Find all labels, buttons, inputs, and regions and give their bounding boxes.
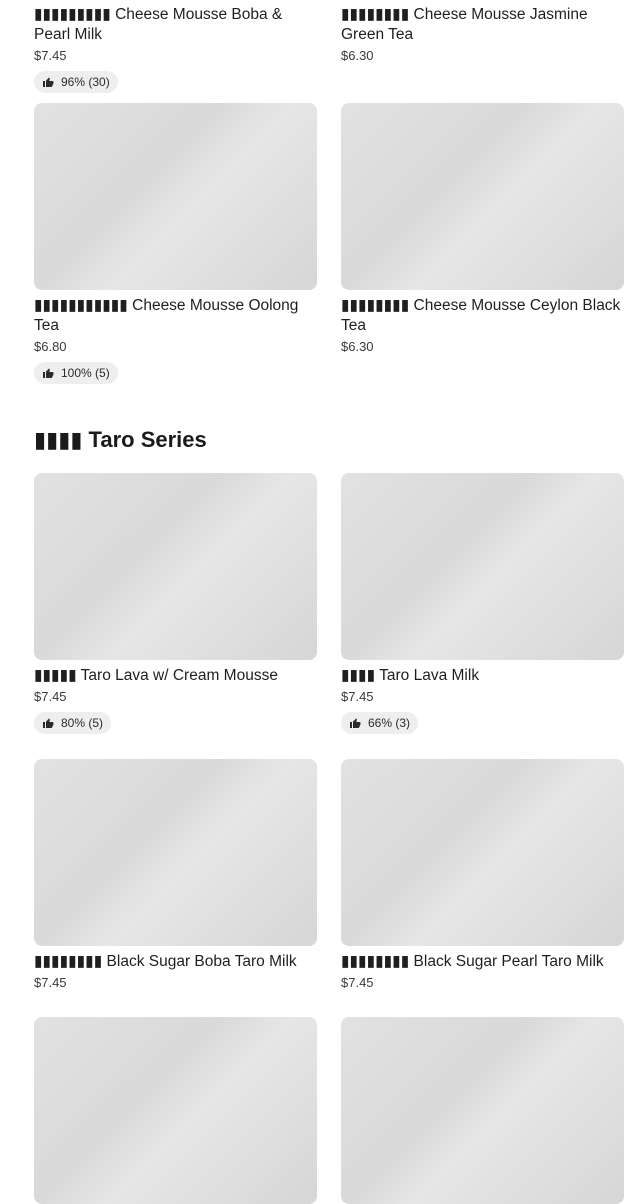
- item-image: [341, 473, 624, 660]
- menu-item-card[interactable]: ▮▮▮▮▮ Taro Lava w/ Cream Mousse $7.45 80…: [34, 473, 317, 734]
- rating-text: 100% (5): [61, 366, 110, 380]
- menu-item-card[interactable]: [341, 1017, 624, 1204]
- rating-text: 96% (30): [61, 75, 110, 89]
- menu-item-card[interactable]: ▮▮▮▮▮▮▮▮ Cheese Mousse Ceylon Black Tea …: [341, 103, 624, 384]
- item-name: ▮▮▮▮▮▮▮▮ Cheese Mousse Ceylon Black Tea: [341, 297, 621, 334]
- item-image: [34, 759, 317, 946]
- thumbs-up-icon: [43, 368, 54, 378]
- thumbs-up-icon: [43, 77, 54, 87]
- item-price: $7.45: [341, 975, 374, 990]
- item-image: [341, 103, 624, 290]
- item-name: ▮▮▮▮ Taro Lava Milk: [341, 667, 480, 684]
- taro-grid-bottom: [34, 1017, 624, 1204]
- rating-badge: 80% (5): [34, 712, 112, 734]
- thumbs-up-icon: [43, 718, 54, 728]
- item-image: [341, 759, 624, 946]
- rating-badge: 66% (3): [341, 712, 419, 734]
- menu-item-card[interactable]: ▮▮▮▮▮▮▮▮ Cheese Mousse Jasmine Green Tea…: [341, 0, 624, 93]
- item-name: ▮▮▮▮▮▮▮▮▮ Cheese Mousse Boba & Pearl Mil…: [34, 6, 283, 43]
- taro-grid-top: ▮▮▮▮▮ Taro Lava w/ Cream Mousse $7.45 80…: [34, 473, 624, 734]
- item-price: $6.80: [34, 339, 67, 354]
- menu-item-card[interactable]: ▮▮▮▮▮▮▮▮▮ Cheese Mousse Boba & Pearl Mil…: [34, 0, 317, 93]
- item-name: ▮▮▮▮▮▮▮▮▮▮▮ Cheese Mousse Oolong Tea: [34, 297, 299, 334]
- rating-text: 66% (3): [368, 716, 411, 730]
- item-name: ▮▮▮▮▮▮▮▮ Black Sugar Boba Taro Milk: [34, 953, 297, 970]
- cheese-mousse-grid-bottom: ▮▮▮▮▮▮▮▮▮▮▮ Cheese Mousse Oolong Tea $6.…: [34, 103, 624, 384]
- item-image: [34, 473, 317, 660]
- menu-item-card[interactable]: ▮▮▮▮▮▮▮▮▮▮▮ Cheese Mousse Oolong Tea $6.…: [34, 103, 317, 384]
- item-price: $6.30: [341, 48, 374, 63]
- item-price: $7.45: [34, 689, 67, 704]
- menu-item-card[interactable]: [34, 1017, 317, 1204]
- menu-item-card[interactable]: ▮▮▮▮ Taro Lava Milk $7.45 66% (3): [341, 473, 624, 734]
- item-price: $6.30: [341, 339, 374, 354]
- item-name: ▮▮▮▮▮ Taro Lava w/ Cream Mousse: [34, 667, 278, 684]
- item-image: [34, 103, 317, 290]
- taro-grid-middle: ▮▮▮▮▮▮▮▮ Black Sugar Boba Taro Milk $7.4…: [34, 759, 624, 991]
- section-title-taro-series: ▮▮▮▮ Taro Series: [34, 427, 207, 452]
- item-price: $7.45: [341, 689, 374, 704]
- thumbs-up-icon: [350, 718, 361, 728]
- item-name: ▮▮▮▮▮▮▮▮ Black Sugar Pearl Taro Milk: [341, 953, 604, 970]
- item-image: [341, 1017, 624, 1204]
- menu-item-card[interactable]: ▮▮▮▮▮▮▮▮ Black Sugar Boba Taro Milk $7.4…: [34, 759, 317, 991]
- rating-text: 80% (5): [61, 716, 104, 730]
- cheese-mousse-grid-top: ▮▮▮▮▮▮▮▮▮ Cheese Mousse Boba & Pearl Mil…: [34, 0, 624, 93]
- item-image: [34, 1017, 317, 1204]
- item-price: $7.45: [34, 975, 67, 990]
- item-price: $7.45: [34, 48, 67, 63]
- rating-badge: 96% (30): [34, 71, 118, 93]
- rating-badge: 100% (5): [34, 362, 118, 384]
- item-name: ▮▮▮▮▮▮▮▮ Cheese Mousse Jasmine Green Tea: [341, 6, 588, 43]
- menu-item-card[interactable]: ▮▮▮▮▮▮▮▮ Black Sugar Pearl Taro Milk $7.…: [341, 759, 624, 991]
